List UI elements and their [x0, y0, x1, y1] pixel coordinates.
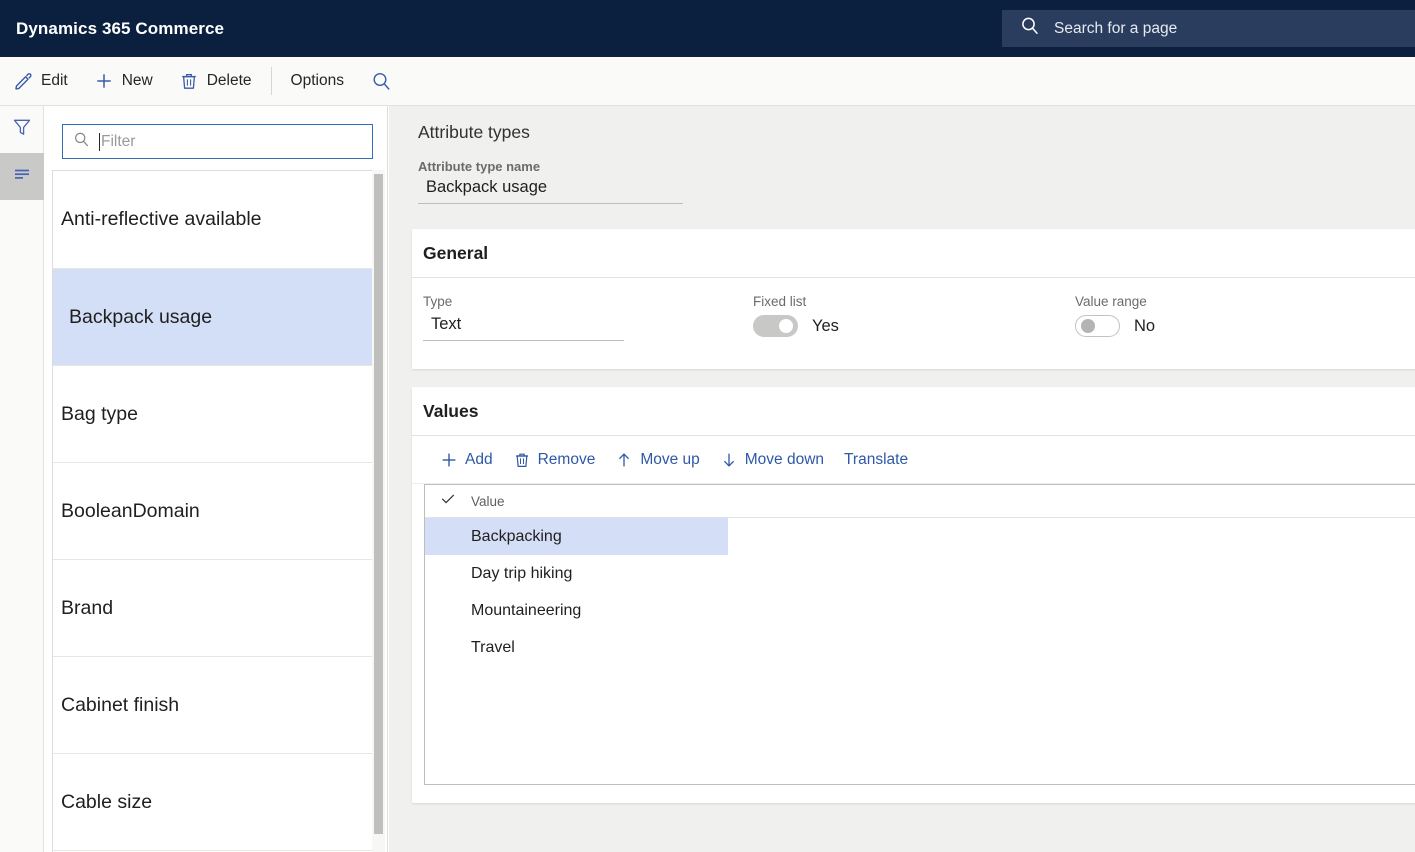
pencil-icon	[13, 71, 33, 91]
list-item[interactable]: Anti-reflective available	[53, 171, 378, 269]
text-cursor	[99, 132, 100, 151]
general-section: General Type Text Fixed list Yes Value r…	[412, 229, 1415, 369]
search-icon	[371, 71, 392, 92]
table-row[interactable]: Travel	[425, 629, 1415, 666]
fixed-list-field-group: Fixed list Yes	[742, 294, 1064, 341]
command-bar-divider	[270, 67, 272, 95]
edit-label: Edit	[41, 72, 68, 89]
move-up-label: Move up	[640, 450, 700, 468]
trash-icon	[179, 71, 199, 91]
command-bar: Edit New Delete Options	[0, 57, 1415, 106]
options-button[interactable]: Options	[278, 57, 357, 105]
list-item[interactable]: Backpack usage	[53, 269, 378, 366]
list-item[interactable]: Cable size	[53, 754, 378, 851]
value-range-toggle-row: No	[1075, 315, 1386, 337]
move-up-button[interactable]: Move up	[605, 443, 709, 477]
row-value-cell[interactable]: Mountaineering	[471, 602, 728, 620]
value-range-toggle[interactable]	[1075, 315, 1120, 337]
remove-value-label: Remove	[537, 450, 596, 468]
new-button[interactable]: New	[81, 57, 166, 105]
plus-icon	[440, 451, 458, 469]
select-all-checkmark[interactable]	[425, 491, 471, 512]
page-title: Attribute types	[418, 122, 530, 142]
values-section-header[interactable]: Values	[412, 387, 1415, 436]
plus-icon	[94, 71, 114, 91]
row-value-cell[interactable]: Travel	[471, 639, 728, 657]
attribute-types-list: Anti-reflective available Backpack usage…	[52, 170, 379, 852]
values-section: Values Add Remove Move up Move down Tran…	[412, 387, 1415, 803]
add-value-button[interactable]: Add	[430, 443, 503, 477]
global-search-placeholder: Search for a page	[1054, 19, 1178, 37]
command-bar-search-button[interactable]	[357, 57, 414, 105]
fixed-list-toggle[interactable]	[753, 315, 798, 337]
trash-icon	[513, 451, 531, 469]
values-grid: Value Backpacking Day trip hiking Mounta…	[424, 484, 1415, 785]
arrow-up-icon	[615, 451, 633, 469]
toggle-knob	[779, 319, 793, 333]
value-range-field-group: Value range No	[1064, 294, 1386, 341]
sidebar-item-filter-pane[interactable]	[0, 106, 44, 153]
list-item[interactable]: BooleanDomain	[53, 463, 378, 560]
list-scrollbar-thumb[interactable]	[374, 174, 383, 834]
table-row[interactable]: Backpacking	[425, 518, 1415, 555]
attribute-type-name-value: Backpack usage	[426, 178, 548, 196]
filter-input[interactable]: Filter	[62, 124, 373, 159]
type-input[interactable]: Text	[423, 315, 624, 341]
fixed-list-toggle-row: Yes	[753, 315, 1064, 337]
list-item[interactable]: Brand	[53, 560, 378, 657]
options-label: Options	[290, 72, 344, 89]
delete-button[interactable]: Delete	[166, 57, 265, 105]
general-section-title: General	[423, 242, 489, 263]
remove-value-button[interactable]: Remove	[503, 443, 606, 477]
value-range-state: No	[1134, 316, 1156, 335]
translate-label: Translate	[844, 450, 909, 468]
attribute-type-name-label: Attribute type name	[418, 159, 541, 174]
table-row[interactable]: Day trip hiking	[425, 555, 1415, 592]
filter-container: Filter	[45, 106, 387, 159]
delete-label: Delete	[206, 72, 252, 89]
content-area: Attribute types Attribute type name Back…	[389, 106, 1415, 852]
general-fields-row: Type Text Fixed list Yes Value range No	[412, 278, 1415, 341]
move-down-button[interactable]: Move down	[710, 443, 834, 477]
fixed-list-label: Fixed list	[753, 294, 807, 309]
edit-button[interactable]: Edit	[0, 57, 81, 105]
row-check-cell[interactable]	[425, 518, 471, 555]
left-icon-rail	[0, 106, 44, 852]
new-label: New	[121, 72, 153, 89]
general-section-header[interactable]: General	[412, 229, 1415, 278]
search-icon	[73, 131, 90, 153]
filter-placeholder: Filter	[101, 132, 136, 150]
arrow-down-icon	[720, 451, 738, 469]
app-title: Dynamics 365 Commerce	[16, 18, 225, 38]
type-label: Type	[423, 294, 453, 309]
row-value-cell[interactable]: Backpacking	[471, 518, 728, 555]
translate-button[interactable]: Translate	[834, 443, 918, 477]
top-navigation-bar: Dynamics 365 Commerce Search for a page	[0, 0, 1415, 57]
attribute-type-name-field[interactable]: Backpack usage	[418, 178, 683, 204]
value-range-label: Value range	[1075, 294, 1147, 309]
values-toolbar: Add Remove Move up Move down Translate	[412, 436, 1415, 484]
list-scrollbar[interactable]	[372, 170, 385, 852]
fixed-list-state: Yes	[812, 316, 839, 335]
funnel-icon	[11, 116, 33, 143]
sidebar-item-list-pane[interactable]	[0, 153, 44, 200]
row-value-cell[interactable]: Day trip hiking	[471, 565, 728, 583]
search-icon	[1020, 16, 1040, 41]
type-field-group: Type Text	[412, 294, 742, 341]
toggle-knob	[1081, 319, 1095, 333]
global-search-input[interactable]: Search for a page	[1002, 10, 1415, 47]
lines-icon	[11, 163, 33, 190]
attribute-types-list-pane: Filter Anti-reflective available Backpac…	[45, 106, 388, 852]
add-value-label: Add	[465, 450, 493, 468]
move-down-label: Move down	[744, 450, 825, 468]
value-column-header[interactable]: Value	[471, 494, 505, 509]
values-section-title: Values	[423, 400, 479, 421]
checkmark-icon	[440, 491, 456, 512]
list-item[interactable]: Bag type	[53, 366, 378, 463]
table-row[interactable]: Mountaineering	[425, 592, 1415, 629]
list-item[interactable]: Cabinet finish	[53, 657, 378, 754]
values-grid-header: Value	[425, 485, 1415, 518]
